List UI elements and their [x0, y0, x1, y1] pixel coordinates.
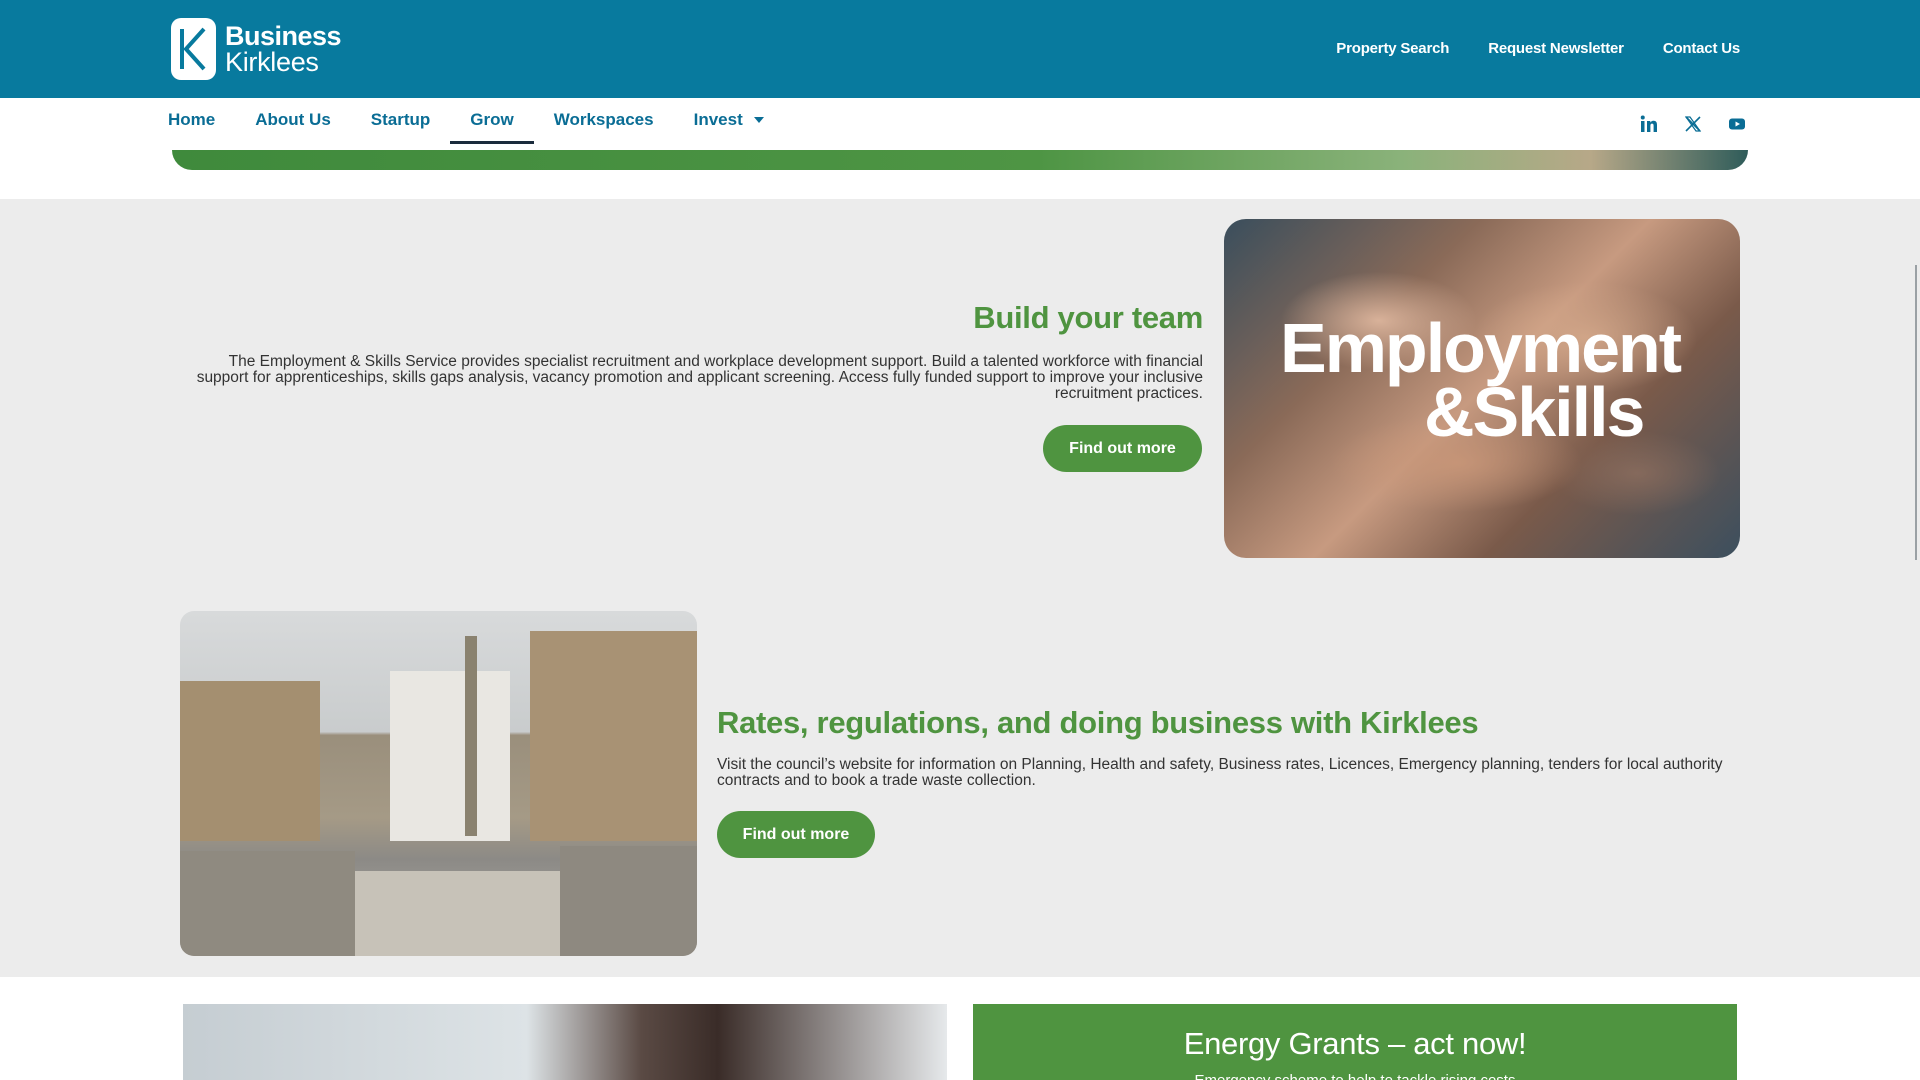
x-icon[interactable] — [1684, 115, 1702, 133]
building-centre — [390, 671, 510, 841]
nav-item-invest-label: Invest — [693, 110, 743, 129]
youtube-icon[interactable] — [1728, 115, 1746, 133]
scrollbar[interactable] — [1915, 265, 1917, 560]
nav-item-workspaces[interactable]: Workspaces — [534, 98, 674, 142]
build-your-team-section: Build your team The Employment & Skills … — [180, 300, 1204, 402]
wall-right — [560, 846, 697, 956]
person-photo-card[interactable] — [183, 1004, 947, 1080]
energy-grants-card[interactable]: Energy Grants – act now! Emergency schem… — [973, 1004, 1737, 1080]
linkedin-icon[interactable] — [1640, 115, 1658, 133]
rates-body: Visit the council’s website for informat… — [717, 756, 1723, 789]
nav-item-startup[interactable]: Startup — [351, 98, 451, 142]
plaza — [330, 871, 590, 956]
social-links — [1640, 115, 1746, 133]
logo-line-kirklees: Kirklees — [225, 47, 319, 77]
energy-grants-subtitle: Emergency scheme to help to tackle risin… — [973, 1072, 1737, 1080]
top-header: Business Kirklees Property Search Reques… — [0, 0, 1920, 98]
skills-image-text: &Skills — [1424, 373, 1645, 451]
nav-items: Home About Us Startup Grow Workspaces In… — [148, 98, 784, 144]
find-out-more-button-team[interactable]: Find out more — [1043, 425, 1202, 472]
energy-grants-title: Energy Grants – act now! — [1183, 1026, 1527, 1061]
business-kirklees-logo[interactable]: Business Kirklees — [171, 18, 342, 80]
property-search-link[interactable]: Property Search — [1336, 40, 1449, 57]
wall-left — [180, 851, 355, 956]
employment-skills-image[interactable]: Employment &Skills — [1224, 219, 1740, 558]
contact-us-link[interactable]: Contact Us — [1663, 40, 1740, 57]
nav-item-about-us[interactable]: About Us — [235, 98, 351, 142]
rates-heading: Rates, regulations, and doing business w… — [717, 705, 1479, 740]
nav-item-home[interactable]: Home — [148, 98, 235, 142]
building-left — [180, 681, 320, 841]
build-your-team-heading: Build your team — [973, 300, 1203, 335]
logo-line-business: Business — [225, 21, 342, 51]
utility-links: Property Search Request Newsletter Conta… — [1336, 40, 1740, 57]
chevron-down-icon — [753, 117, 764, 123]
logo-text: Business Kirklees — [225, 21, 342, 77]
hero-banner-bottom-edge — [172, 150, 1748, 170]
build-your-team-body: The Employment & Skills Service provides… — [196, 353, 1203, 402]
find-out-more-button-rates[interactable]: Find out more — [717, 811, 875, 858]
main-navigation: Home About Us Startup Grow Workspaces In… — [0, 98, 1920, 156]
monument — [465, 636, 477, 836]
logo-k-icon — [171, 18, 216, 80]
nav-item-invest[interactable]: Invest — [674, 98, 784, 142]
town-centre-photo[interactable] — [180, 611, 697, 956]
nav-item-grow[interactable]: Grow — [450, 98, 535, 144]
request-newsletter-link[interactable]: Request Newsletter — [1488, 40, 1624, 57]
building-right — [530, 631, 697, 841]
rates-section: Rates, regulations, and doing business w… — [717, 705, 1727, 789]
